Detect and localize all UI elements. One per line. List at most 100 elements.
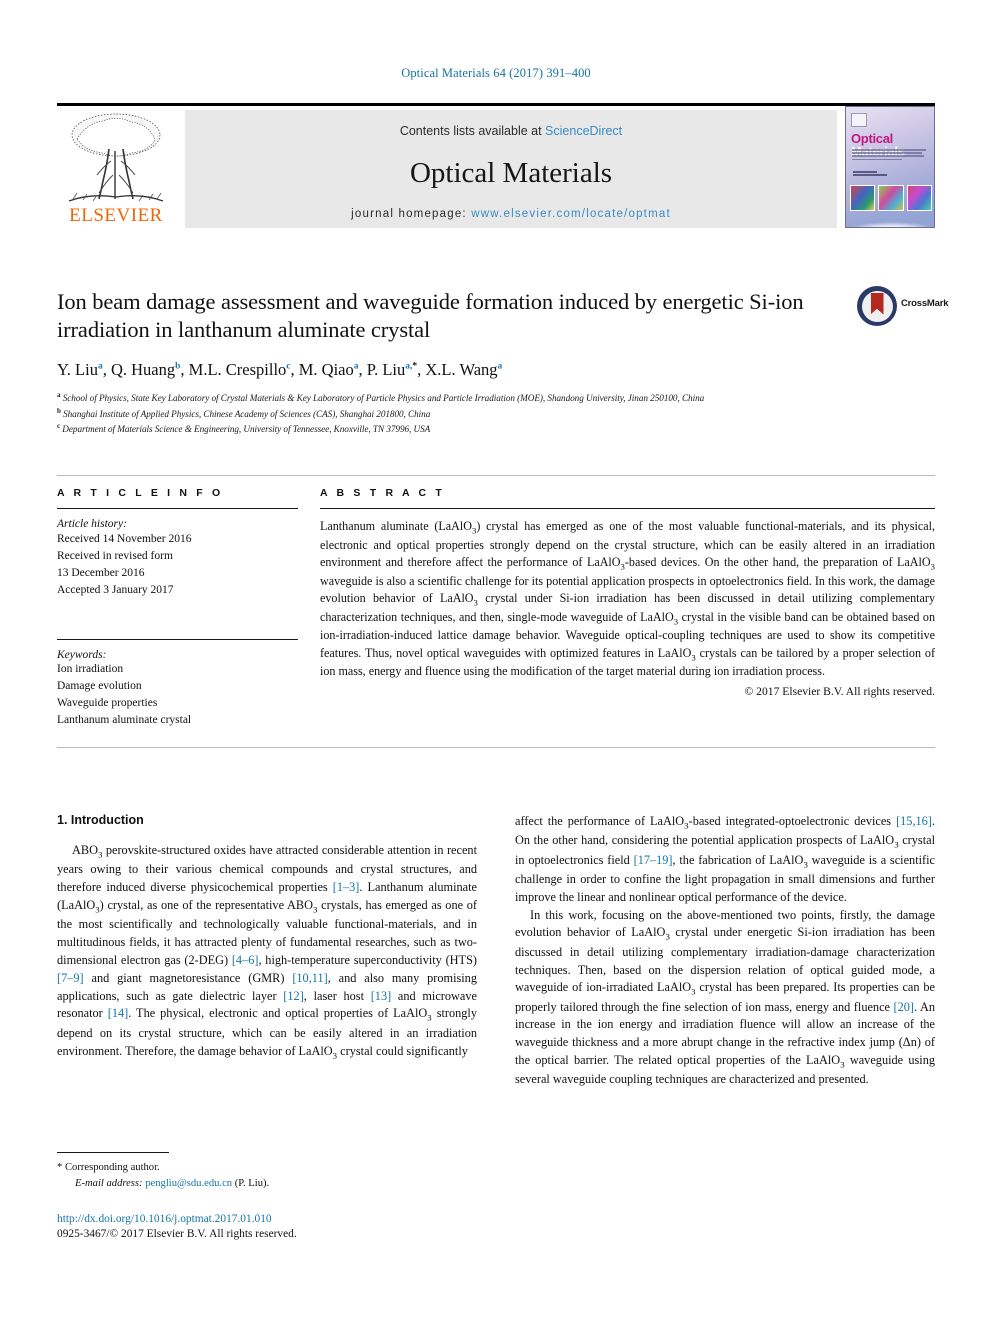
info-abstract-section: A R T I C L E I N F O Article history: R… <box>57 475 935 749</box>
author-name: Y. Liu <box>57 359 98 379</box>
introduction-paragraph-1-cont: affect the performance of LaAlO3-based i… <box>515 814 936 904</box>
citation-link[interactable]: [13] <box>371 989 392 1003</box>
affiliation-line: c Department of Materials Science & Engi… <box>57 421 431 434</box>
cover-elsevier-logo <box>851 113 867 127</box>
citation-link[interactable]: [10,11] <box>292 971 327 985</box>
crossmark-badge[interactable]: CrossMark <box>857 284 949 330</box>
author-name: P. Liu <box>366 359 406 379</box>
journal-title: Optical Materials <box>409 157 613 189</box>
email-link[interactable]: pengliu@sdu.edu.cn <box>145 1178 232 1189</box>
corresponding-author-note: * Corresponding author. <box>57 1160 477 1176</box>
author-name: X.L. Wang <box>425 359 498 379</box>
abstract-copyright: © 2017 Elsevier B.V. All rights reserved… <box>744 684 935 698</box>
keywords-label: Keywords: <box>57 649 107 662</box>
contents-banner: Contents lists available at ScienceDirec… <box>185 110 837 228</box>
keywords-lines: Ion irradiation Damage evolution Waveguide… <box>57 661 298 729</box>
footnote-rule <box>57 1152 169 1153</box>
affiliation-mark: c <box>57 421 61 430</box>
affiliation-mark: a <box>353 361 359 372</box>
abstract-text: Lanthanum aluminate (LaAlO3) crystal has… <box>320 519 935 679</box>
affiliation-mark: c <box>286 361 291 372</box>
corresponding-mark: * <box>412 361 418 372</box>
introduction-paragraph-1: ABO3 perovskite-structured oxides have a… <box>57 843 478 1060</box>
email-label: E-mail address: <box>75 1177 143 1189</box>
corresponding-marker: * <box>57 1162 63 1173</box>
introduction-heading: 1. Introduction <box>57 813 144 827</box>
keyword-item: Damage evolution <box>57 680 142 693</box>
affiliation-mark: b <box>57 406 61 415</box>
keyword-item: Lanthanum aluminate crystal <box>57 714 192 727</box>
cover-editor-lines <box>853 171 893 178</box>
body-column-right: affect the performance of LaAlO3-based i… <box>515 813 935 1089</box>
article-history-label: Article history: <box>57 518 127 530</box>
citation-link[interactable]: [17–19] <box>634 853 673 867</box>
affiliation-line: a School of Physics, State Key Laborator… <box>57 391 705 404</box>
citation-link[interactable]: [14] <box>108 1006 129 1020</box>
abstract-column: A B S T R A C T Lanthanum aluminate (LaA… <box>320 487 935 729</box>
keyword-item: Ion irradiation <box>57 663 124 676</box>
article-info-column: A R T I C L E I N F O Article history: R… <box>57 487 320 729</box>
elsevier-tree-icon <box>68 113 164 202</box>
crossmark-icon <box>857 286 897 326</box>
abstract-rule <box>320 508 935 509</box>
journal-cover-thumbnail[interactable]: Optical Materials <box>845 106 935 228</box>
citation-link[interactable]: [7–9] <box>57 971 84 985</box>
article-history-item: Received in revised form <box>57 550 173 563</box>
contents-available-line: Contents lists available at ScienceDirec… <box>185 124 837 138</box>
article-history-lines: Received 14 November 2016 Received in rev… <box>57 531 298 599</box>
running-head: Optical Materials 64 (2017) 391–400 <box>401 66 591 80</box>
affiliation-line: b Shanghai Institute of Applied Physics,… <box>57 406 431 419</box>
author-name: M.L. Crespillo <box>188 359 287 379</box>
corresponding-author-text: Corresponding author. <box>64 1162 160 1173</box>
citation-link[interactable]: [4–6] <box>232 953 259 967</box>
email-suffix: (P. Liu). <box>234 1177 270 1189</box>
elsevier-logo: ELSEVIER <box>57 109 175 229</box>
crossmark-label: CrossMark <box>901 298 949 309</box>
doi-link[interactable]: http://dx.doi.org/10.1016/j.optmat.2017.… <box>57 1212 557 1227</box>
article-history-item: 13 December 2016 <box>57 567 145 580</box>
issn-copyright-line: 0925-3467/© 2017 Elsevier B.V. All right… <box>57 1228 297 1241</box>
affiliation-mark: a <box>57 391 61 400</box>
affiliation-mark: b <box>175 361 181 372</box>
citation-link[interactable]: [12] <box>283 989 304 1003</box>
citation-link[interactable]: [20] <box>894 1000 915 1014</box>
article-info-heading: A R T I C L E I N F O <box>57 487 224 499</box>
introduction-paragraph-2: In this work, focusing on the above-ment… <box>515 907 936 1087</box>
page-title: Ion beam damage assessment and waveguide… <box>57 289 804 343</box>
keywords-rule <box>57 639 298 641</box>
email-note: E-mail address: pengliu@sdu.edu.cn (P. L… <box>57 1176 477 1192</box>
masthead-top-rule <box>57 103 935 106</box>
doi-block: http://dx.doi.org/10.1016/j.optmat.2017.… <box>57 1212 557 1243</box>
body-columns: 1. Introduction ABO3 perovskite-structur… <box>57 813 935 1089</box>
affiliation-mark: a <box>497 361 503 372</box>
article-info-rule <box>57 508 298 509</box>
author-name: Q. Huang <box>110 359 176 379</box>
affiliation-mark: a <box>97 361 103 372</box>
journal-masthead: ELSEVIER Contents lists available at Sci… <box>57 103 935 229</box>
info-abstract-top-rule <box>57 475 935 476</box>
citation-link[interactable]: [1–3] <box>333 880 360 894</box>
elsevier-wordmark: ELSEVIER <box>69 205 163 226</box>
footnote-block: * Corresponding author. E-mail address: … <box>57 1152 477 1192</box>
homepage-url-link[interactable]: www.elsevier.com/locate/optmat <box>471 208 671 220</box>
citation-link[interactable]: [15,16] <box>896 814 932 828</box>
cover-wave-graphic <box>846 197 934 227</box>
cover-subtitle-lines <box>852 149 930 163</box>
info-abstract-bottom-rule <box>57 747 935 749</box>
keyword-item: Waveguide properties <box>57 697 158 710</box>
journal-homepage-line: journal homepage: www.elsevier.com/locat… <box>185 208 837 220</box>
contents-prefix: Contents lists available at <box>399 124 546 138</box>
article-history-item: Accepted 3 January 2017 <box>57 584 174 597</box>
crossmark-icon-inner <box>861 290 893 322</box>
body-column-left: 1. Introduction ABO3 perovskite-structur… <box>57 813 477 1089</box>
author-name: M. Qiao <box>298 359 354 379</box>
affiliation-list: a School of Physics, State Key Laborator… <box>57 390 935 436</box>
abstract-heading: A B S T R A C T <box>320 487 445 499</box>
crossmark-bookmark-shape <box>870 292 884 315</box>
article-history-item: Received 14 November 2016 <box>57 533 192 545</box>
homepage-prefix: journal homepage: <box>351 208 472 220</box>
keywords-block: Keywords: Ion irradiation Damage evolutio… <box>57 639 298 729</box>
sciencedirect-link[interactable]: ScienceDirect <box>545 124 622 138</box>
article-page: Optical Materials 64 (2017) 391–400 ELSE… <box>0 0 992 1323</box>
title-block: Ion beam damage assessment and waveguide… <box>57 286 949 436</box>
